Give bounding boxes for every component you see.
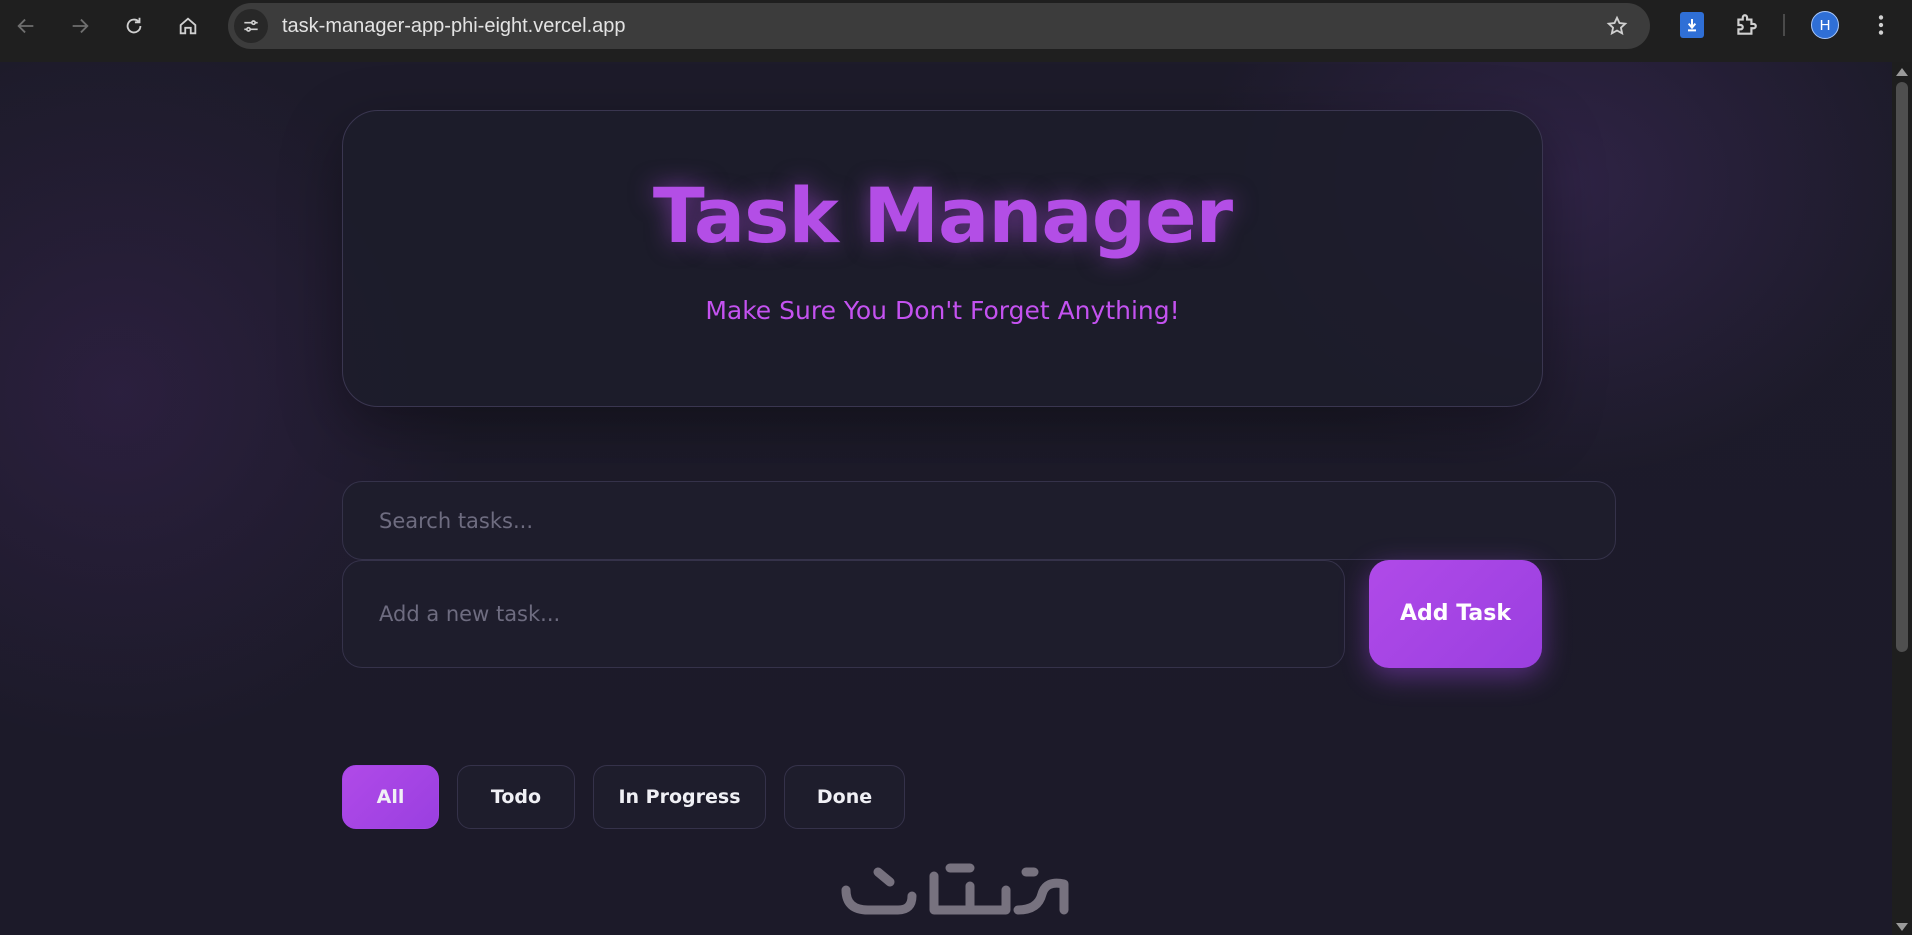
bookmark-star-icon[interactable] [1606, 15, 1628, 37]
home-icon[interactable] [168, 6, 208, 46]
scrollbar[interactable] [1892, 62, 1912, 935]
profile-avatar[interactable]: H [1811, 11, 1839, 39]
site-settings-icon[interactable] [234, 9, 268, 43]
search-input[interactable] [342, 481, 1616, 560]
scrollbar-thumb[interactable] [1896, 82, 1908, 652]
url-text[interactable]: task-manager-app-phi-eight.vercel.app [282, 15, 626, 38]
menu-kebab-icon[interactable] [1868, 12, 1894, 38]
filter-all-button[interactable]: All [342, 765, 439, 829]
browser-toolbar: task-manager-app-phi-eight.vercel.app H [0, 0, 1912, 62]
filter-done-button[interactable]: Done [784, 765, 905, 829]
back-icon[interactable] [6, 6, 46, 46]
toolbar-divider [1783, 14, 1785, 36]
reload-icon[interactable] [114, 6, 154, 46]
page-viewport: Task Manager Make Sure You Don't Forget … [0, 62, 1892, 935]
header-card: Task Manager Make Sure You Don't Forget … [342, 110, 1543, 407]
extensions-puzzle-icon[interactable] [1733, 12, 1759, 38]
add-task-button[interactable]: Add Task [1369, 560, 1542, 668]
address-bar[interactable]: task-manager-app-phi-eight.vercel.app [228, 3, 1650, 49]
page-title: Task Manager [652, 171, 1233, 260]
filter-in-progress-button[interactable]: In Progress [593, 765, 766, 829]
page-subtitle: Make Sure You Don't Forget Anything! [705, 296, 1180, 325]
scroll-up-icon[interactable] [1896, 68, 1908, 76]
watermark-logo [841, 863, 1069, 915]
scroll-down-icon[interactable] [1896, 923, 1908, 931]
download-extension-icon[interactable] [1680, 12, 1704, 38]
new-task-input[interactable] [342, 560, 1345, 668]
filter-todo-button[interactable]: Todo [457, 765, 575, 829]
forward-icon[interactable] [60, 6, 100, 46]
